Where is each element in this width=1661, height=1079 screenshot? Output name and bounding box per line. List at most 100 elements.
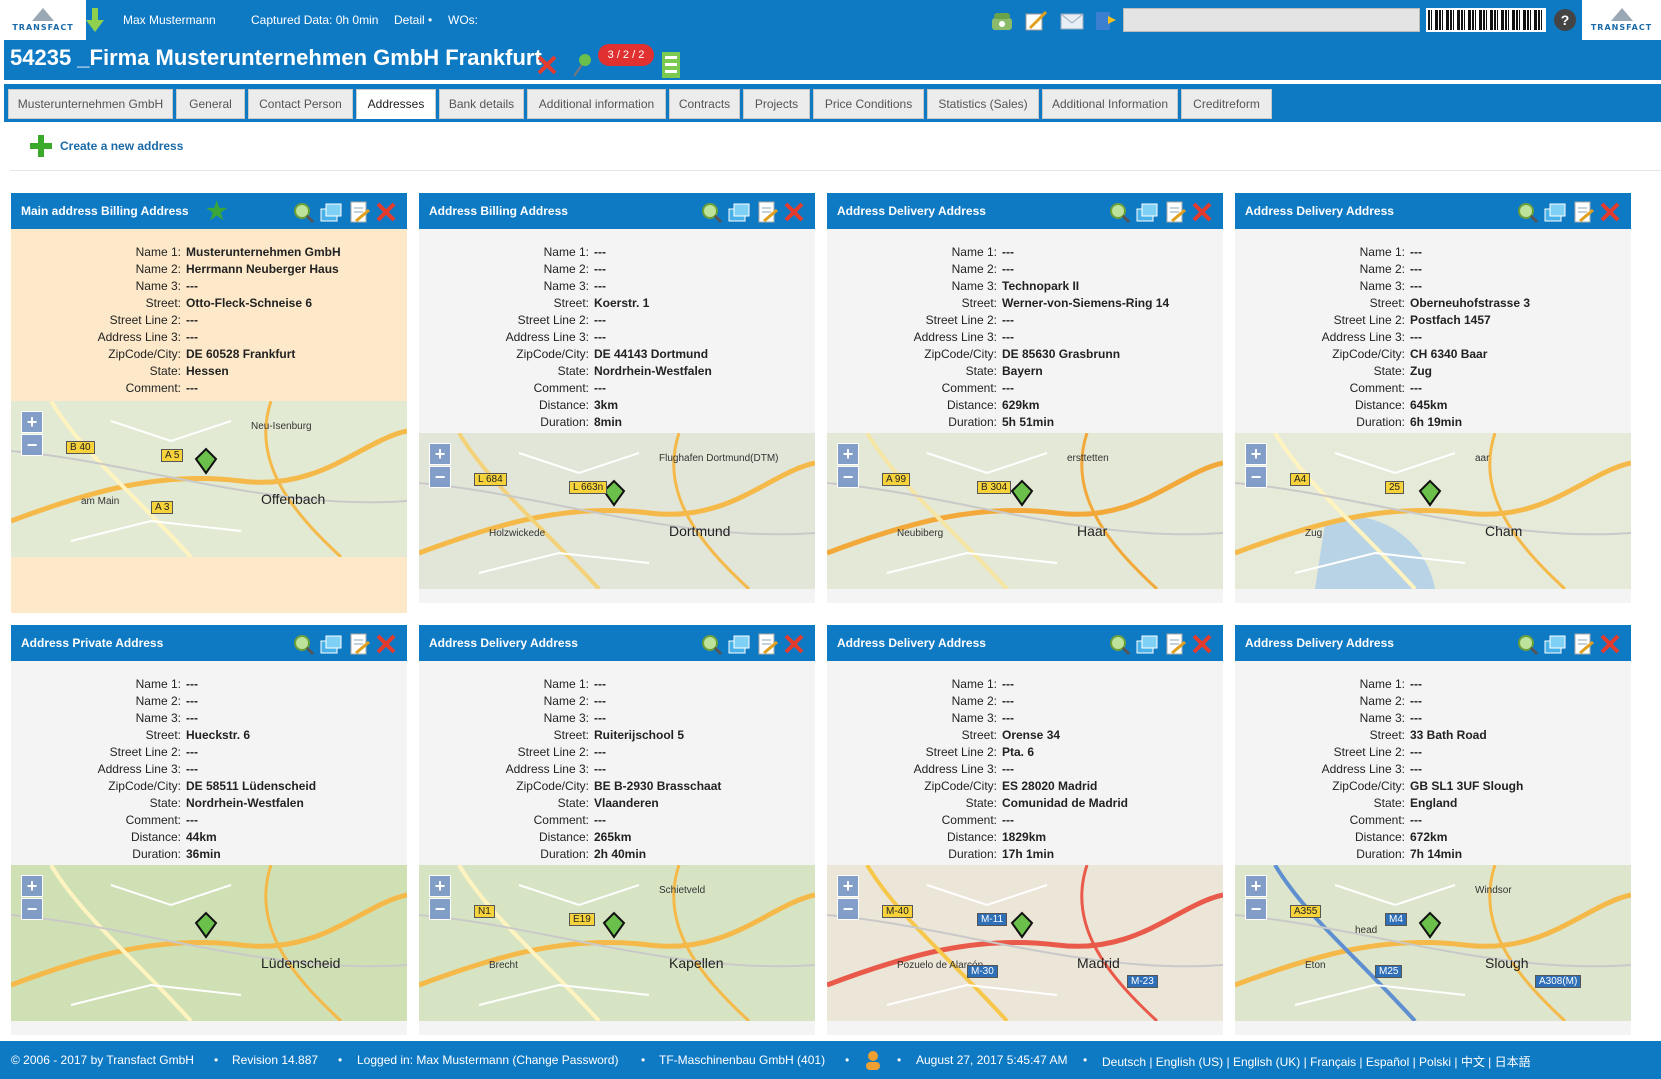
- map-search-icon[interactable]: [700, 201, 722, 223]
- edit-document-icon[interactable]: [1164, 633, 1186, 655]
- delete-icon[interactable]: [375, 201, 397, 223]
- tab-additional-information[interactable]: Additional information: [527, 89, 666, 119]
- help-button[interactable]: ?: [1554, 9, 1576, 31]
- copy-address-icon[interactable]: [1136, 201, 1158, 223]
- zoom-in-button[interactable]: +: [1245, 875, 1267, 897]
- copy-address-icon[interactable]: [1544, 633, 1566, 655]
- edit-document-icon[interactable]: [756, 633, 778, 655]
- zoom-out-button[interactable]: −: [837, 898, 859, 920]
- user-status-icon[interactable]: [864, 1050, 882, 1070]
- delete-icon[interactable]: [1599, 201, 1621, 223]
- tab-contracts[interactable]: Contracts: [669, 89, 740, 119]
- zoom-in-button[interactable]: +: [429, 875, 451, 897]
- zoom-in-button[interactable]: +: [1245, 443, 1267, 465]
- email-icon[interactable]: [1060, 10, 1084, 32]
- list-icon[interactable]: [662, 52, 680, 78]
- zoom-out-button[interactable]: −: [21, 898, 43, 920]
- map-pin-icon[interactable]: [570, 52, 592, 78]
- global-search-input[interactable]: [1123, 8, 1420, 32]
- edit-document-icon[interactable]: [756, 201, 778, 223]
- zoom-out-button[interactable]: −: [1245, 466, 1267, 488]
- edit-document-icon[interactable]: [1572, 201, 1594, 223]
- field-label: Address Line 3:: [97, 330, 181, 344]
- map-search-icon[interactable]: [292, 201, 314, 223]
- field-label: Address Line 3:: [505, 330, 589, 344]
- map-place-label: Windsor: [1475, 885, 1512, 896]
- field-label: Distance:: [538, 398, 589, 412]
- close-record-icon[interactable]: [536, 54, 558, 76]
- tab-general[interactable]: General: [176, 89, 245, 119]
- logo-triangle-icon: [1610, 8, 1633, 21]
- edit-document-icon[interactable]: [348, 201, 370, 223]
- zoom-out-button[interactable]: −: [837, 466, 859, 488]
- address-map[interactable]: + − Dortmund Holzwickede Flughafen Dortmund(…: [419, 433, 815, 589]
- zoom-out-button[interactable]: −: [429, 466, 451, 488]
- tab-additional-information-2[interactable]: Additional Information: [1042, 89, 1178, 119]
- create-address-link[interactable]: Create a new address: [30, 134, 183, 158]
- delete-icon[interactable]: [783, 633, 805, 655]
- zoom-in-button[interactable]: +: [837, 443, 859, 465]
- zoom-out-button[interactable]: −: [21, 434, 43, 456]
- wos-label[interactable]: WOs:: [448, 13, 478, 27]
- footer-languages[interactable]: Deutsch | English (US) | English (UK) | …: [1102, 1053, 1531, 1070]
- document-flag-icon[interactable]: [1094, 10, 1118, 32]
- footer-logged-in[interactable]: Logged in: Max Mustermann (Change Passwo…: [357, 1053, 618, 1067]
- download-arrow-icon[interactable]: [86, 8, 104, 34]
- map-place-label: Dortmund: [669, 523, 731, 539]
- copy-address-icon[interactable]: [728, 633, 750, 655]
- tab-addresses[interactable]: Addresses: [356, 89, 436, 119]
- delete-icon[interactable]: [1191, 201, 1213, 223]
- delete-icon[interactable]: [783, 201, 805, 223]
- tab-contact-person[interactable]: Contact Person: [248, 89, 353, 119]
- address-map[interactable]: + − Kapellen Brecht Schietveld N1 E19: [419, 865, 815, 1021]
- map-search-icon[interactable]: [1108, 201, 1130, 223]
- zoom-out-button[interactable]: −: [429, 898, 451, 920]
- map-search-icon[interactable]: [292, 633, 314, 655]
- address-map[interactable]: + − Slough Eton Windsor head A355 M4 M25 A308(M): [1235, 865, 1631, 1021]
- address-map[interactable]: + − Lüdenscheid: [11, 865, 407, 1021]
- address-map[interactable]: + − Madrid Pozuelo de Alarcón M-40 M-11 M-30 M-…: [827, 865, 1223, 1021]
- field-value: ---: [186, 330, 198, 344]
- map-search-icon[interactable]: [1108, 633, 1130, 655]
- map-search-icon[interactable]: [1516, 201, 1538, 223]
- tab-price-conditions[interactable]: Price Conditions: [813, 89, 924, 119]
- status-badge[interactable]: 3 / 2 / 2: [598, 44, 654, 66]
- map-search-icon[interactable]: [1516, 633, 1538, 655]
- transfact-logo-left[interactable]: TRANSFACT: [0, 0, 86, 40]
- barcode-icon[interactable]: [1426, 8, 1546, 32]
- edit-document-icon[interactable]: [1164, 201, 1186, 223]
- edit-note-icon[interactable]: [1024, 10, 1048, 32]
- delete-icon[interactable]: [375, 633, 397, 655]
- address-map[interactable]: + − Haar Neubiberg ersttetten A 99 B 304: [827, 433, 1223, 589]
- tab-statistics-sales[interactable]: Statistics (Sales): [927, 89, 1039, 119]
- logo-text: TRANSFACT: [12, 23, 74, 32]
- field-label: Name 1:: [1359, 677, 1405, 691]
- map-search-icon[interactable]: [700, 633, 722, 655]
- tab-company[interactable]: Musterunternehmen GmbH: [8, 89, 173, 119]
- zoom-in-button[interactable]: +: [21, 875, 43, 897]
- copy-address-icon[interactable]: [320, 201, 342, 223]
- zoom-in-button[interactable]: +: [837, 875, 859, 897]
- copy-address-icon[interactable]: [728, 201, 750, 223]
- user-name[interactable]: Max Mustermann: [123, 13, 216, 27]
- delete-icon[interactable]: [1191, 633, 1213, 655]
- tab-creditreform[interactable]: Creditreform: [1181, 89, 1272, 119]
- copy-address-icon[interactable]: [1136, 633, 1158, 655]
- field-value: ---: [1410, 762, 1422, 776]
- edit-document-icon[interactable]: [1572, 633, 1594, 655]
- zoom-in-button[interactable]: +: [21, 411, 43, 433]
- tab-bank-details[interactable]: Bank details: [439, 89, 524, 119]
- zoom-out-button[interactable]: −: [1245, 898, 1267, 920]
- address-map[interactable]: + − Cham Zug aar A4 25: [1235, 433, 1631, 589]
- copy-address-icon[interactable]: [320, 633, 342, 655]
- edit-document-icon[interactable]: [348, 633, 370, 655]
- tab-projects[interactable]: Projects: [743, 89, 810, 119]
- phone-icon[interactable]: [990, 10, 1014, 32]
- address-map[interactable]: + − Offenbach am Main Neu-Isenburg B 40 A 5 A 3: [11, 401, 407, 557]
- field-value: Ruiterijschool 5: [594, 728, 685, 742]
- zoom-in-button[interactable]: +: [429, 443, 451, 465]
- field-label: ZipCode/City:: [1332, 779, 1405, 793]
- delete-icon[interactable]: [1599, 633, 1621, 655]
- copy-address-icon[interactable]: [1544, 201, 1566, 223]
- detail-menu[interactable]: Detail •: [394, 13, 432, 27]
